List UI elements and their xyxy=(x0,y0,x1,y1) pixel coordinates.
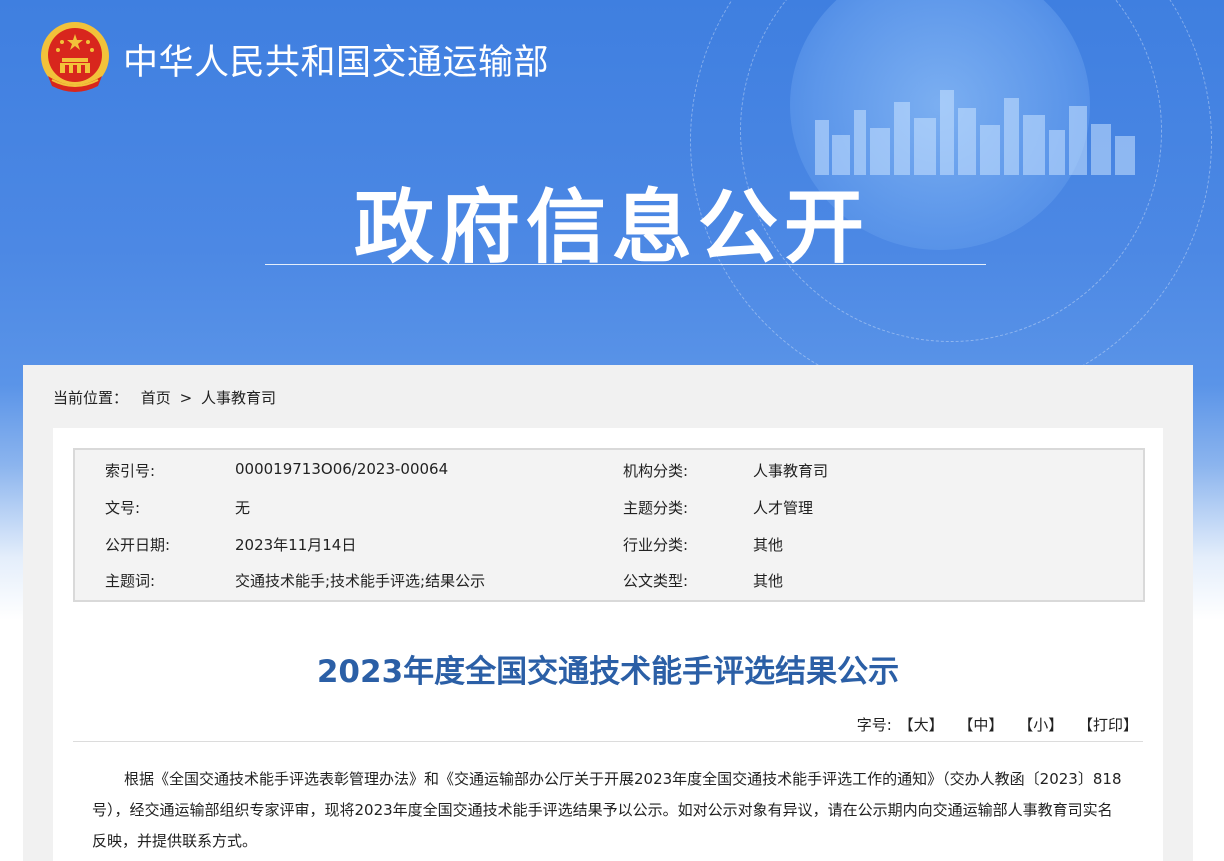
title-underline xyxy=(265,264,986,265)
font-medium-button[interactable]: 【中】 xyxy=(958,714,1003,735)
meta-label-doctype: 公文类型: xyxy=(623,572,689,590)
breadcrumb-department-link[interactable]: 人事教育司 xyxy=(201,387,276,408)
font-large-button[interactable]: 【大】 xyxy=(899,714,944,735)
meta-label-org: 机构分类: xyxy=(623,462,689,480)
meta-value-org: 人事教育司 xyxy=(753,462,829,480)
meta-label-docno: 文号: xyxy=(105,499,141,517)
meta-label-keywords: 主题词: xyxy=(105,572,156,590)
meta-value-docno: 无 xyxy=(235,499,251,517)
breadcrumb-separator: > xyxy=(179,389,193,407)
national-emblem-logo xyxy=(41,22,109,92)
meta-label-industry: 行业分类: xyxy=(623,536,689,554)
meta-value-industry: 其他 xyxy=(753,536,784,554)
meta-value-topic: 人才管理 xyxy=(753,499,814,517)
meta-label-index: 索引号: xyxy=(105,462,156,480)
section-title: 政府信息公开 xyxy=(354,181,870,274)
breadcrumb: 当前位置： 首页 > 人事教育司 xyxy=(53,387,276,408)
meta-label-date: 公开日期: xyxy=(105,536,171,554)
font-size-label: 字号: xyxy=(856,716,892,734)
print-button[interactable]: 【打印】 xyxy=(1078,714,1138,735)
meta-label-topic: 主题分类: xyxy=(623,499,689,517)
document-title: 2023年度全国交通技术能手评选结果公示 xyxy=(316,654,900,690)
breadcrumb-home-link[interactable]: 首页 xyxy=(141,387,171,408)
font-size-toolbar: 字号: 【大】 【中】 【小】 【打印】 xyxy=(857,714,1138,735)
document-metadata-table: 索引号: 000019713O06/2023-00064 机构分类: 人事教育司… xyxy=(73,448,1145,602)
font-small-button[interactable]: 【小】 xyxy=(1018,714,1063,735)
meta-value-index: 000019713O06/2023-00064 xyxy=(235,460,449,478)
breadcrumb-label: 当前位置： xyxy=(53,389,129,407)
ministry-name: 中华人民共和国交通运输部 xyxy=(123,43,550,83)
content-divider xyxy=(73,741,1143,742)
city-skyline-graphic xyxy=(815,90,1135,175)
meta-value-keywords: 交通技术能手;技术能手评选;结果公示 xyxy=(235,572,486,590)
meta-value-doctype: 其他 xyxy=(753,572,784,590)
document-body: 根据《全国交通技术能手评选表彰管理办法》和《交通运输部办公厅关于开展2023年度… xyxy=(92,770,1122,850)
meta-value-date: 2023年11月14日 xyxy=(235,536,357,554)
